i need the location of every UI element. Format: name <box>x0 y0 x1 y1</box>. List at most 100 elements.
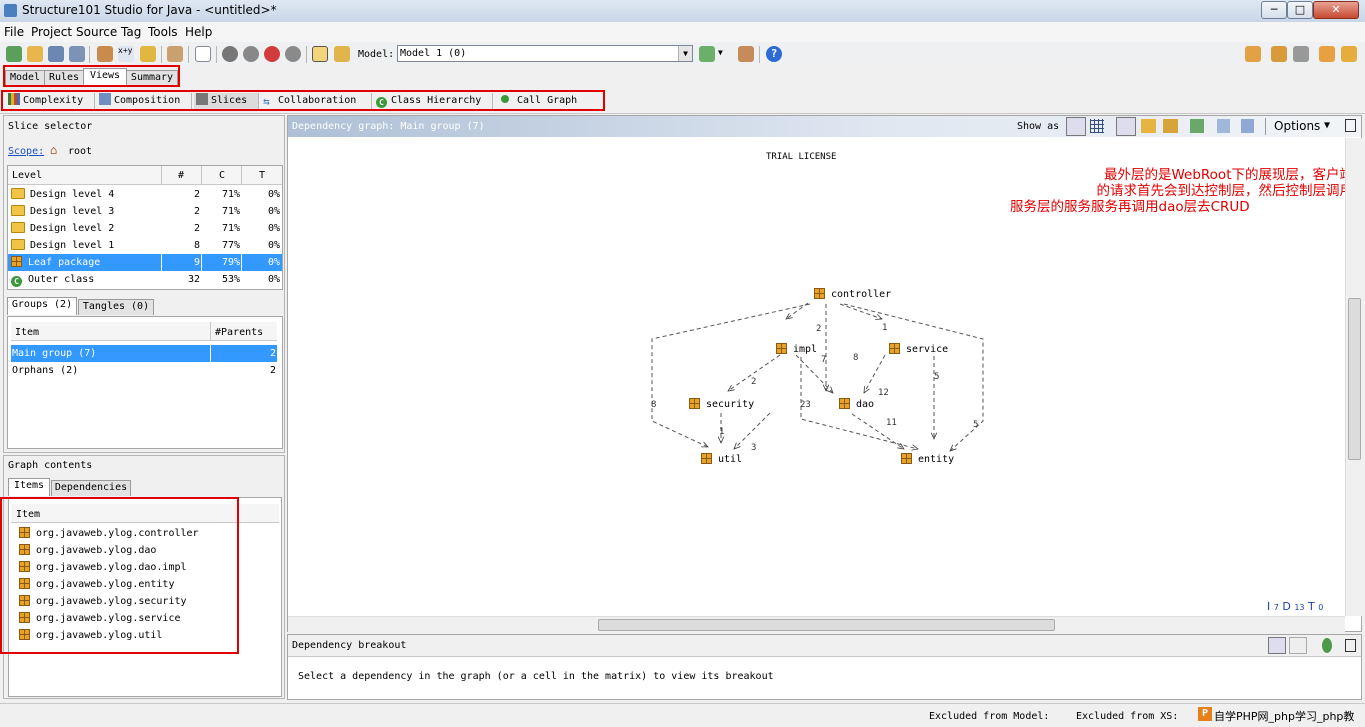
node-security[interactable]: security <box>689 398 754 410</box>
close-button[interactable]: ✕ <box>1313 1 1359 19</box>
scroll-thumb[interactable] <box>598 619 1055 631</box>
node-entity[interactable]: entity <box>901 453 954 465</box>
save-icon[interactable] <box>48 46 64 62</box>
level-name: Leaf package <box>28 257 101 268</box>
scope-link[interactable]: Scope: <box>8 146 44 157</box>
col-level[interactable]: Level <box>12 170 42 181</box>
menu-source[interactable]: Source <box>76 25 117 39</box>
package-icon <box>839 398 850 409</box>
node-dao[interactable]: dao <box>839 398 874 410</box>
maximize-button[interactable]: □ <box>1287 1 1313 19</box>
wand-icon[interactable] <box>1116 117 1136 136</box>
level-t: 0% <box>267 189 280 200</box>
col-parents[interactable]: #Parents <box>215 327 263 338</box>
options-button[interactable]: Options <box>1274 119 1320 133</box>
folder-icon <box>11 188 25 199</box>
group-row[interactable]: Main group (7) 2 <box>11 345 277 362</box>
status-bar: Excluded from Model: Excluded from XS: P… <box>0 703 1365 727</box>
horizontal-scrollbar[interactable] <box>288 616 1345 632</box>
add-list-icon[interactable] <box>1190 119 1204 133</box>
copy-icon[interactable] <box>1217 119 1230 133</box>
tab-dependencies[interactable]: Dependencies <box>51 480 131 496</box>
menu-project[interactable]: Project <box>31 25 72 39</box>
level-c: 71% <box>221 206 240 217</box>
toolbar-separator <box>1265 118 1266 135</box>
pin-icon[interactable] <box>167 46 183 62</box>
toolbar-separator <box>216 46 217 63</box>
minimize-button[interactable]: ─ <box>1261 1 1287 19</box>
col-item[interactable]: Item <box>15 327 39 338</box>
toolbar-separator <box>161 46 162 63</box>
level-row[interactable]: C Outer class 32 53% 0% <box>8 271 282 288</box>
remove-icon[interactable] <box>264 46 280 62</box>
highlight-box <box>1 90 605 111</box>
matrix-icon[interactable] <box>1090 119 1104 133</box>
chevron-down-icon[interactable]: ▼ <box>718 48 723 57</box>
level-count: 8 <box>193 240 200 251</box>
dependency-graph[interactable] <box>288 137 1361 617</box>
tab-strip <box>0 67 1365 87</box>
tag-icon[interactable] <box>1271 46 1287 62</box>
refresh-icon[interactable] <box>140 46 156 62</box>
tab-groups[interactable]: Groups (2) <box>7 297 77 315</box>
maximize-panel-icon[interactable] <box>1345 119 1356 132</box>
add-model-icon[interactable] <box>699 46 715 62</box>
save-all-icon[interactable] <box>69 46 85 62</box>
xy-icon[interactable]: x+y <box>118 46 134 62</box>
level-row[interactable]: Design level 1 8 77% 0% <box>8 237 282 254</box>
menu-tag[interactable]: Tag <box>121 25 141 39</box>
tab-items[interactable]: Items <box>8 478 50 496</box>
zoom-icon[interactable] <box>243 46 259 62</box>
chevron-down-icon[interactable]: ▼ <box>678 46 692 61</box>
grid-icon[interactable] <box>312 46 328 62</box>
folder-icon[interactable] <box>334 46 350 62</box>
model-select[interactable]: Model 1 (0) ▼ <box>397 45 693 62</box>
edge-label: 7 <box>821 355 827 365</box>
graph-layout-icon[interactable] <box>1066 117 1086 136</box>
untag-icon[interactable] <box>1293 46 1309 62</box>
properties-icon[interactable] <box>97 46 113 62</box>
refresh-icon[interactable] <box>1322 638 1332 653</box>
menu-help[interactable]: Help <box>185 25 212 39</box>
menu-file[interactable]: File <box>4 25 24 39</box>
edit-folder-icon[interactable] <box>1163 119 1178 133</box>
node-impl[interactable]: impl <box>776 343 817 355</box>
filter-icon[interactable] <box>285 46 301 62</box>
tab-tangles[interactable]: Tangles (0) <box>78 299 154 315</box>
menu-tools[interactable]: Tools <box>148 25 178 39</box>
group-parents: 2 <box>269 348 276 359</box>
export-doc-icon[interactable] <box>1241 119 1254 133</box>
node-util[interactable]: util <box>701 453 742 465</box>
level-c: 71% <box>221 189 240 200</box>
export-icon[interactable] <box>738 46 754 62</box>
list-view-icon[interactable] <box>1289 637 1307 654</box>
new-project-icon[interactable] <box>6 46 22 62</box>
scroll-thumb[interactable] <box>1348 298 1361 460</box>
edit-icon[interactable] <box>1245 46 1261 62</box>
level-row[interactable]: Design level 3 2 71% 0% <box>8 203 282 220</box>
vertical-scrollbar[interactable] <box>1345 138 1362 616</box>
chevron-down-icon[interactable]: ▼ <box>1324 120 1330 131</box>
bookmark-icon[interactable] <box>1319 46 1335 62</box>
tree-view-icon[interactable] <box>1268 637 1286 654</box>
node-service[interactable]: service <box>889 343 948 355</box>
graph-stats: I 7 D 13 T 0 <box>1267 600 1324 613</box>
open-folder-icon[interactable] <box>1141 119 1156 133</box>
node-controller[interactable]: controller <box>814 288 891 300</box>
col-c[interactable]: C <box>219 170 225 181</box>
level-row[interactable]: Leaf package 9 79% 0% <box>8 254 282 271</box>
group-row[interactable]: Orphans (2) 2 <box>11 362 277 379</box>
document-icon[interactable] <box>195 46 211 62</box>
maximize-panel-icon[interactable] <box>1345 639 1356 652</box>
clipboard-icon[interactable] <box>1341 46 1357 62</box>
level-row[interactable]: Design level 4 2 71% 0% <box>8 186 282 203</box>
col-count[interactable]: # <box>178 170 184 181</box>
record-icon[interactable] <box>222 46 238 62</box>
level-t: 0% <box>267 240 280 251</box>
open-icon[interactable] <box>27 46 43 62</box>
col-t[interactable]: T <box>259 170 265 181</box>
level-row[interactable]: Design level 2 2 71% 0% <box>8 220 282 237</box>
help-icon[interactable]: ? <box>766 46 782 62</box>
level-name: Design level 4 <box>30 189 115 200</box>
edge-label: 12 <box>878 388 889 398</box>
